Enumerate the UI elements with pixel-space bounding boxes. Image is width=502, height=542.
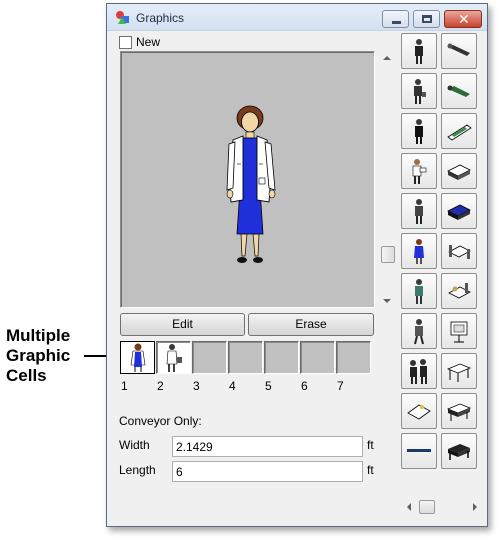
horizontal-scroll-thumb[interactable]: [419, 500, 435, 514]
length-unit: ft: [367, 463, 374, 477]
graphic-cell-5[interactable]: [264, 341, 299, 374]
palette-person-lying-green[interactable]: [441, 73, 477, 109]
palette-bed[interactable]: [441, 153, 477, 189]
maximize-icon: [422, 15, 432, 23]
close-icon: ✕: [458, 12, 470, 28]
hospital-bed-icon: [448, 245, 471, 259]
palette-person[interactable]: [401, 193, 437, 229]
edit-button[interactable]: Edit: [120, 313, 245, 336]
minimize-icon: [392, 21, 401, 24]
cell-number-4: 4: [229, 379, 236, 393]
cell-number-6: 6: [301, 379, 308, 393]
palette-doctor[interactable]: [401, 273, 437, 309]
person-lying-icon: [447, 43, 470, 56]
graphic-preview: [120, 51, 375, 308]
bed-frame-icon: [448, 444, 470, 460]
scroll-down-icon[interactable]: [383, 299, 391, 303]
graphic-cell-3[interactable]: [192, 341, 227, 374]
graphic-cell-1[interactable]: [120, 341, 155, 374]
graphics-app-icon: [116, 11, 129, 24]
palette-exam-table[interactable]: [441, 353, 477, 389]
new-checkbox-label: New: [136, 35, 161, 49]
width-unit: ft: [367, 438, 374, 452]
new-checkbox[interactable]: [119, 36, 132, 49]
palette-horizontal-scrollbar[interactable]: [401, 500, 485, 515]
graphic-cell-7[interactable]: [336, 341, 371, 374]
graphic-cell-2[interactable]: [156, 341, 191, 374]
group-icon: [410, 359, 427, 384]
scroll-thumb[interactable]: [381, 246, 395, 263]
erase-button[interactable]: Erase: [248, 313, 374, 336]
callout-line-1: Multiple: [6, 326, 71, 345]
preview-vertical-scrollbar[interactable]: [381, 51, 395, 309]
man-standing-icon: [415, 39, 423, 64]
palette-man-walking[interactable]: [401, 313, 437, 349]
graphics-window: Graphics ✕ New Edit Erase 1 2 3 4 5 6 7 …: [106, 3, 488, 527]
woman-in-lab-coat-figure: [226, 105, 276, 263]
palette-man-standing[interactable]: [401, 33, 437, 69]
width-input[interactable]: [172, 436, 363, 457]
patient-bed-icon: [448, 283, 471, 299]
bed-icon: [447, 164, 471, 180]
stretcher-icon: [407, 404, 431, 420]
palette-stretcher[interactable]: [401, 393, 437, 429]
palette-bed-frame[interactable]: [441, 433, 477, 469]
graphic-cell-6[interactable]: [300, 341, 335, 374]
cell-number-3: 3: [193, 379, 200, 393]
palette-woman-blue[interactable]: [401, 233, 437, 269]
palette-gurney[interactable]: [441, 393, 477, 429]
graphic-palette: [401, 33, 485, 473]
graphic-cell-4[interactable]: [228, 341, 263, 374]
close-button[interactable]: ✕: [444, 10, 482, 28]
maximize-button[interactable]: [413, 10, 440, 28]
man-suit-icon: [415, 119, 423, 144]
person-lying-green-icon: [447, 85, 470, 97]
nurse-icon: [412, 159, 427, 184]
scroll-right-icon[interactable]: [473, 503, 477, 511]
exam-table-icon: [446, 363, 472, 382]
window-title: Graphics: [136, 11, 185, 25]
doctor-icon: [415, 279, 423, 304]
palette-conveyor-belt[interactable]: [401, 433, 437, 469]
palette-stretcher-patient[interactable]: [441, 113, 477, 149]
stretcher-patient-icon: [447, 124, 472, 141]
person-icon: [415, 199, 423, 224]
man-thumbnail-icon: [166, 344, 182, 372]
palette-man-suit[interactable]: [401, 113, 437, 149]
palette-monitor[interactable]: [441, 313, 477, 349]
length-label: Length: [119, 463, 156, 477]
callout-line-2: Graphic: [6, 346, 71, 365]
palette-man-with-case[interactable]: [401, 73, 437, 109]
man-with-case-icon: [414, 79, 426, 104]
palette-group[interactable]: [401, 353, 437, 389]
cell-number-2: 2: [157, 379, 164, 393]
man-walking-icon: [414, 319, 424, 345]
title-bar[interactable]: Graphics ✕: [107, 4, 487, 31]
cell-number-5: 5: [265, 379, 272, 393]
width-label: Width: [119, 438, 150, 452]
woman-thumbnail-icon: [130, 343, 146, 372]
palette-hospital-bed[interactable]: [441, 233, 477, 269]
woman-blue-icon: [414, 239, 424, 264]
minimize-button[interactable]: [382, 10, 409, 28]
callout-label: Multiple Graphic Cells: [6, 326, 86, 386]
scroll-up-icon[interactable]: [383, 56, 391, 60]
bed-blue-icon: [447, 204, 471, 220]
cell-number-7: 7: [337, 379, 344, 393]
palette-bed-blue[interactable]: [441, 193, 477, 229]
gurney-icon: [446, 403, 472, 421]
palette-patient-bed[interactable]: [441, 273, 477, 309]
palette-person-lying[interactable]: [441, 33, 477, 69]
scroll-left-icon[interactable]: [407, 503, 411, 511]
conveyor-belt-icon: [407, 449, 431, 452]
cell-number-1: 1: [121, 379, 128, 393]
monitor-icon: [450, 321, 468, 343]
callout-line-3: Cells: [6, 366, 47, 385]
length-input[interactable]: [172, 461, 363, 482]
conveyor-only-label: Conveyor Only:: [119, 414, 202, 428]
palette-nurse[interactable]: [401, 153, 437, 189]
